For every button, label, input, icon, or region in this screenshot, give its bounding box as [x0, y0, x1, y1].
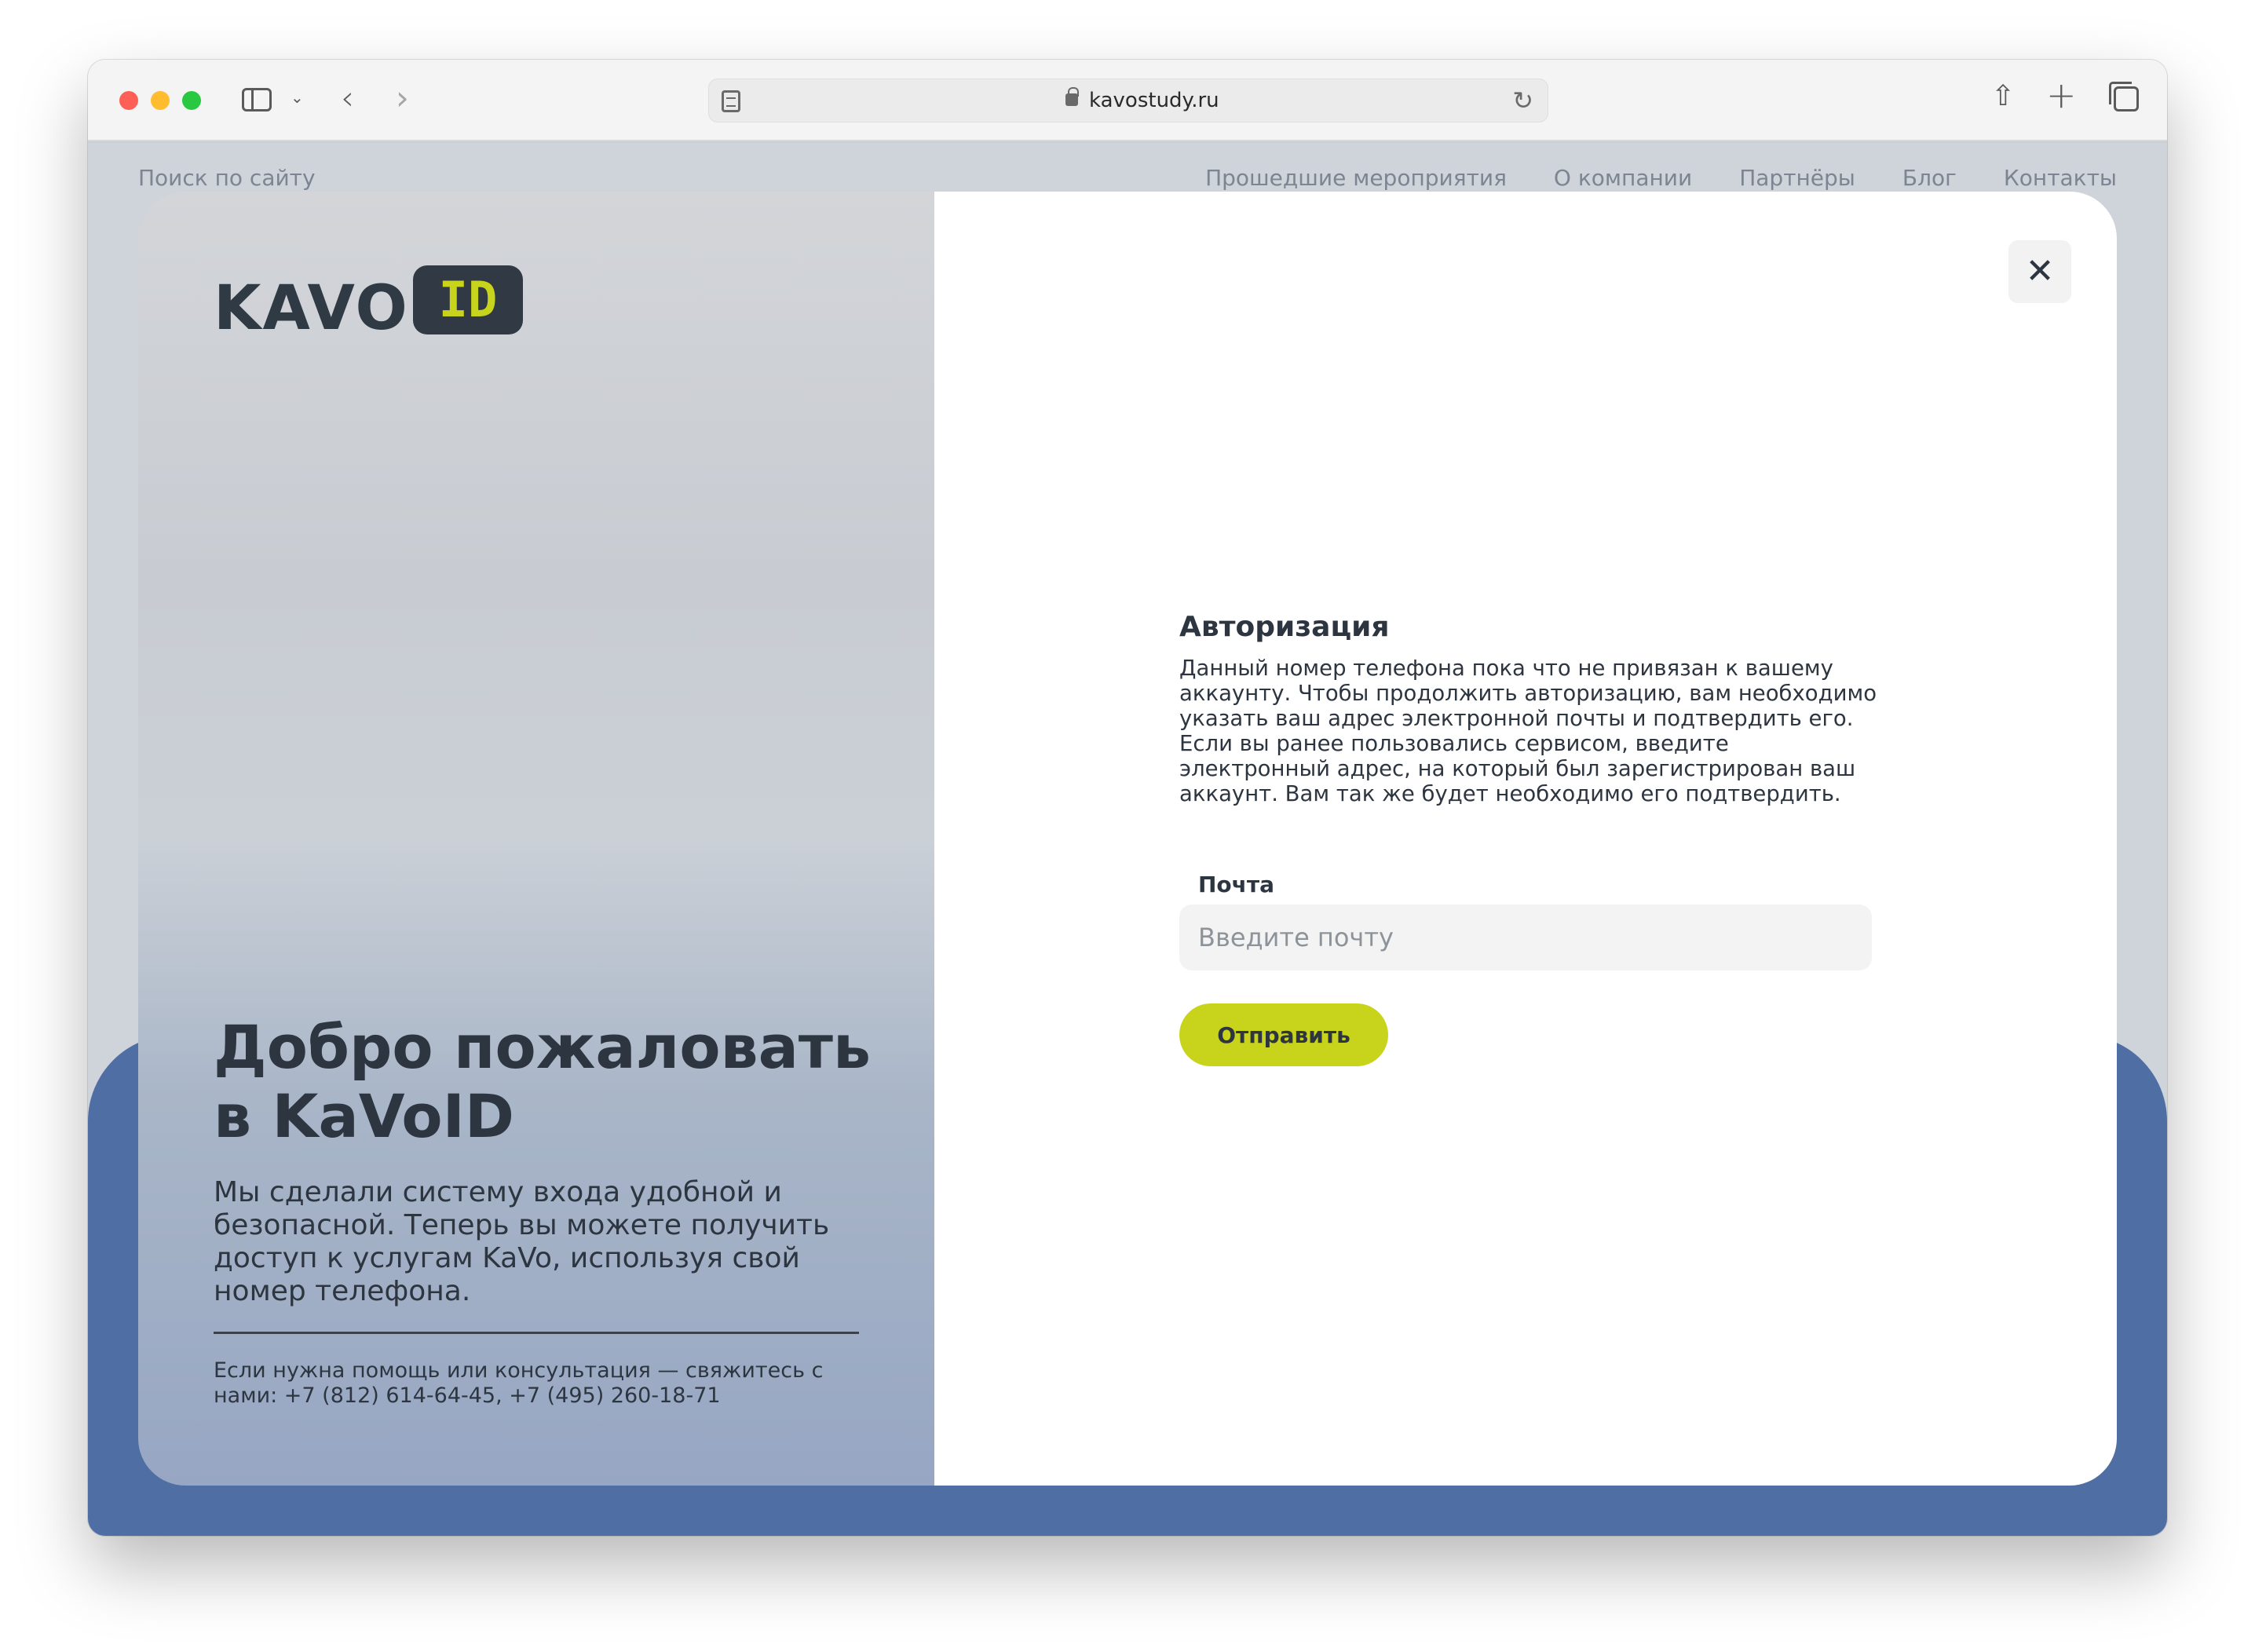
welcome-panel: KAVO ID Добро пожаловать в KaVoID Мы сде… — [138, 192, 934, 1486]
address-bar[interactable]: kavostudy.ru ↻ — [708, 79, 1548, 122]
browser-window: ⌄ ‹ › kavostudy.ru ↻ ⇧ + Поиск по сайту … — [88, 60, 2167, 1536]
zoom-window-button[interactable] — [182, 91, 201, 110]
divider — [214, 1332, 859, 1334]
nav-item-blog[interactable]: Блог — [1902, 165, 1957, 191]
plus-icon[interactable]: + — [2046, 74, 2077, 116]
lock-icon — [1065, 87, 1079, 106]
close-icon[interactable]: ✕ — [2008, 240, 2071, 303]
email-field[interactable] — [1179, 905, 1872, 970]
welcome-text: Мы сделали систему входа удобной и безоп… — [214, 1176, 830, 1307]
minimize-window-button[interactable] — [151, 91, 170, 110]
auth-panel: ✕ Авторизация Данный номер телефона пока… — [934, 192, 2117, 1486]
site-nav: Прошедшие мероприятия О компании Партнёр… — [1205, 165, 2117, 191]
help-text: Если нужна помощь или консультация — свя… — [214, 1358, 824, 1408]
share-icon[interactable]: ⇧ — [1991, 80, 2015, 112]
chevron-down-icon[interactable]: ⌄ — [291, 88, 304, 107]
welcome-title: Добро пожаловать в KaVoID — [214, 1012, 872, 1151]
page-content: Поиск по сайту Прошедшие мероприятия О к… — [88, 143, 2167, 1536]
kavo-logo: KAVO — [214, 273, 409, 344]
reload-icon[interactable]: ↻ — [1512, 86, 1533, 115]
nav-item-about[interactable]: О компании — [1554, 165, 1692, 191]
nav-item-past-events[interactable]: Прошедшие мероприятия — [1205, 165, 1507, 191]
site-search-link[interactable]: Поиск по сайту — [138, 165, 316, 191]
email-label: Почта — [1198, 872, 1275, 897]
reader-icon[interactable] — [722, 90, 740, 112]
id-badge: ID — [413, 265, 523, 334]
submit-button[interactable]: Отправить — [1179, 1003, 1388, 1066]
nav-item-partners[interactable]: Партнёры — [1739, 165, 1855, 191]
browser-toolbar: ⌄ ‹ › kavostudy.ru ↻ ⇧ + — [88, 60, 2167, 141]
back-icon[interactable]: ‹ — [341, 79, 354, 117]
tabs-icon[interactable] — [2109, 82, 2139, 111]
auth-modal: KAVO ID Добро пожаловать в KaVoID Мы сде… — [138, 192, 2117, 1486]
sidebar-icon[interactable] — [242, 88, 272, 111]
nav-item-contacts[interactable]: Контакты — [2004, 165, 2117, 191]
url-text[interactable]: kavostudy.ru — [1089, 89, 1219, 112]
forward-icon[interactable]: › — [396, 79, 409, 117]
auth-title: Авторизация — [1179, 611, 1390, 643]
auth-block: Авторизация Данный номер телефона пока ч… — [1179, 611, 1878, 806]
auth-description: Данный номер телефона пока что не привяз… — [1179, 656, 1877, 806]
close-window-button[interactable] — [119, 91, 138, 110]
